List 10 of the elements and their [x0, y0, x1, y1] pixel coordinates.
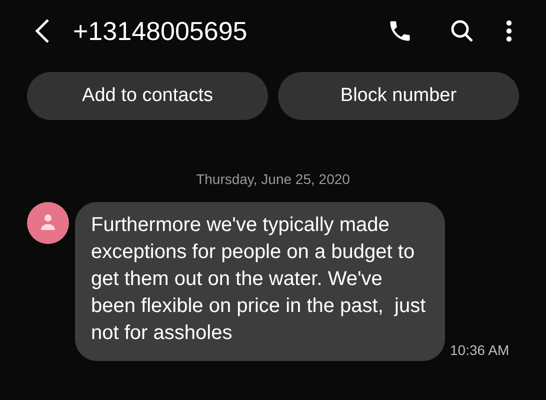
back-icon[interactable] — [34, 18, 50, 44]
message-bubble: Furthermore we've typically made exceptions for people on a budget to get them out on the water. We've been flexible on price in the past, just not for assholes — [75, 202, 445, 361]
search-icon[interactable] — [450, 19, 474, 43]
contact-number: +13148005695 — [73, 14, 248, 48]
action-button[interactable]: Add to contacts — [27, 72, 268, 120]
date-label: Thursday, June 25, 2020 — [195, 170, 351, 189]
action-button[interactable]: Block number — [278, 72, 519, 120]
more-icon[interactable] — [506, 20, 512, 42]
avatar-icon — [27, 202, 69, 244]
message-time: 10:36 AM — [450, 341, 510, 360]
